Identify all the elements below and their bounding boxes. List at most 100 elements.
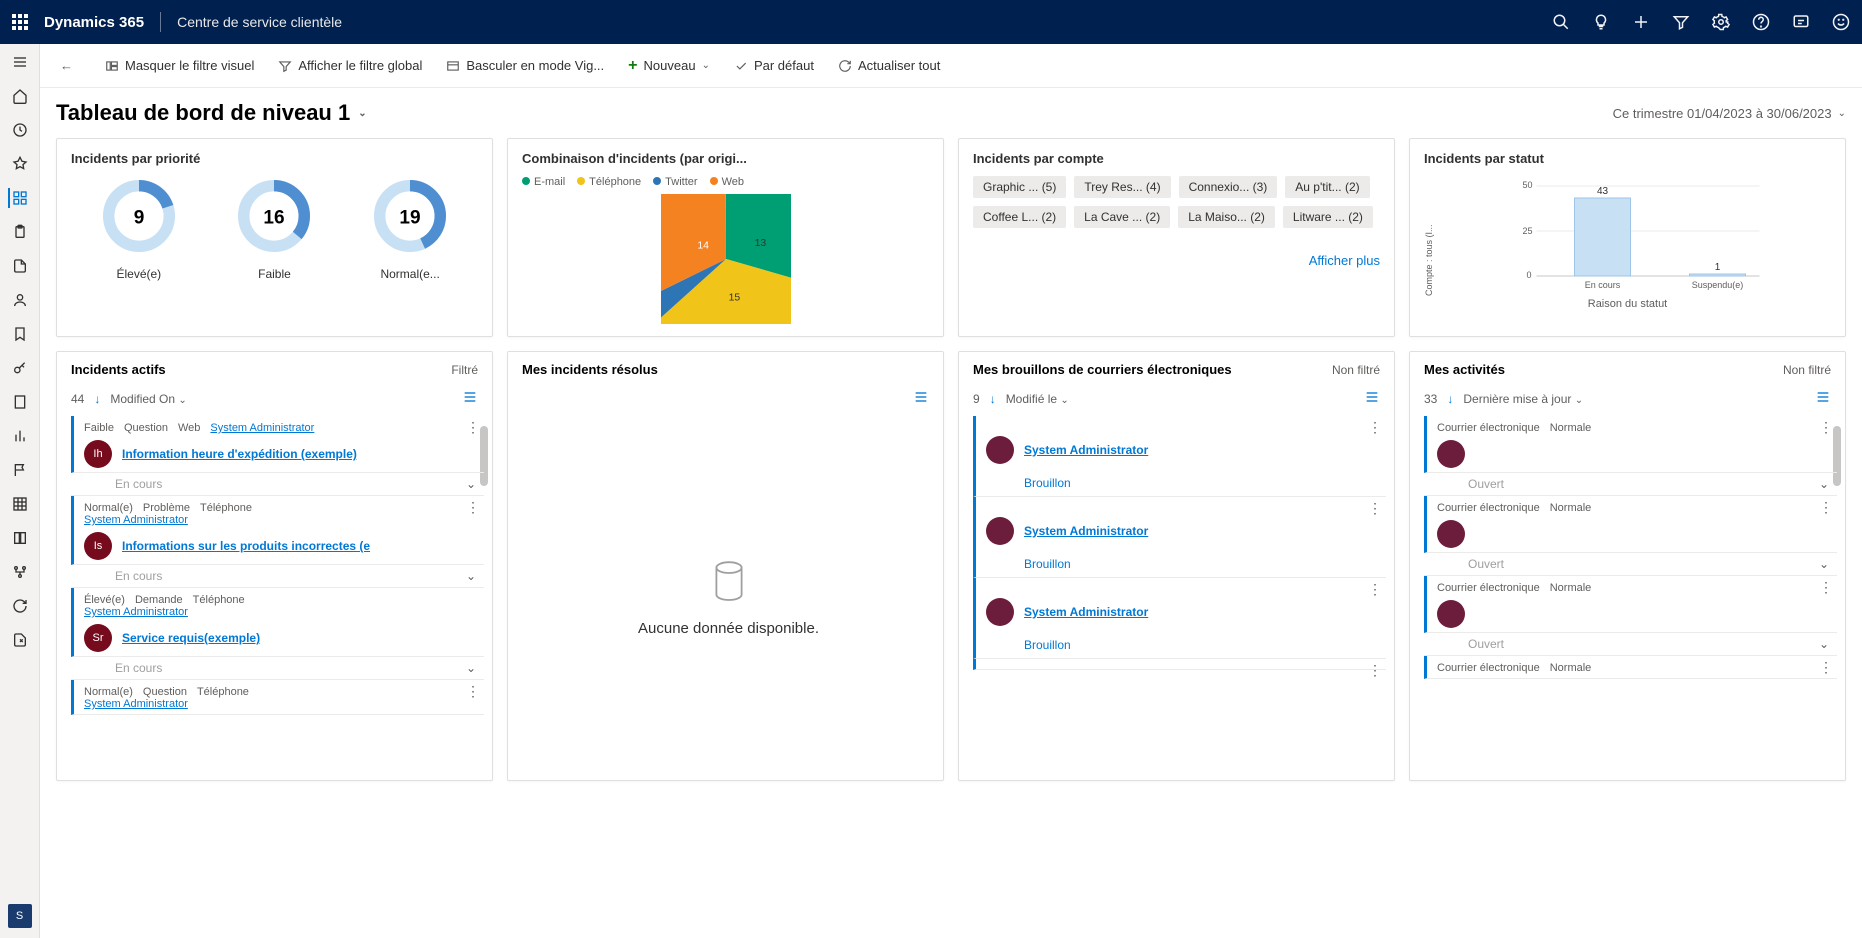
donut-faible[interactable]: 16 Faible <box>234 176 314 281</box>
list-item[interactable]: ⋮ System Administrator Brouillon <box>973 497 1386 578</box>
new-button[interactable]: +Nouveau⌄ <box>620 53 718 79</box>
grid-icon[interactable] <box>10 494 30 514</box>
item-title-link[interactable]: Service requis(exemple) <box>122 631 260 645</box>
clipboard-icon[interactable] <box>10 222 30 242</box>
back-button[interactable]: ← <box>52 54 81 77</box>
status-link[interactable]: Brouillon <box>1024 476 1071 490</box>
dashboard-icon[interactable] <box>8 188 28 208</box>
status-row[interactable]: Ouvert⌄ <box>1424 473 1837 496</box>
list-item[interactable]: ⋮ Courrier électroniqueNormale <box>1424 656 1837 679</box>
recent-icon[interactable] <box>10 120 30 140</box>
more-icon[interactable]: ⋮ <box>1819 580 1833 594</box>
list-item[interactable]: ⋮ System Administrator Brouillon <box>973 578 1386 659</box>
list-item[interactable]: ⋮ <box>973 659 1386 670</box>
plus-icon[interactable] <box>1632 13 1650 31</box>
status-row[interactable]: En cours⌄ <box>71 565 484 588</box>
owner-link[interactable]: System Administrator <box>210 422 314 434</box>
status-link[interactable]: Brouillon <box>1024 557 1071 571</box>
account-tag[interactable]: Trey Res... (4) <box>1074 176 1170 198</box>
flag-icon[interactable] <box>10 460 30 480</box>
export-icon[interactable] <box>10 630 30 650</box>
sort-icon[interactable]: ↓ <box>990 392 996 406</box>
show-more-link[interactable]: Afficher plus <box>1309 253 1380 268</box>
bookmark-icon[interactable] <box>10 324 30 344</box>
owner-link[interactable]: System Administrator <box>84 606 188 618</box>
list-item[interactable]: ⋮ Normal(e)QuestionTéléphone System Admi… <box>71 680 484 715</box>
list-item[interactable]: ⋮ System Administrator Brouillon <box>973 416 1386 497</box>
list-view-icon[interactable] <box>462 389 478 408</box>
key-icon[interactable] <box>10 358 30 378</box>
refresh-icon[interactable] <box>10 596 30 616</box>
list-view-icon[interactable] <box>1364 389 1380 408</box>
owner-link[interactable]: System Administrator <box>84 698 188 710</box>
account-tag[interactable]: Coffee L... (2) <box>973 206 1066 228</box>
filter-icon[interactable] <box>1672 13 1690 31</box>
more-icon[interactable]: ⋮ <box>466 500 480 514</box>
pie-chart[interactable]: 13 15 14 <box>661 194 791 324</box>
status-row[interactable]: En cours⌄ <box>71 473 484 496</box>
account-tag[interactable]: Litware ... (2) <box>1283 206 1373 228</box>
app-launcher-icon[interactable] <box>12 14 28 30</box>
hide-visual-filter-button[interactable]: Masquer le filtre visuel <box>97 54 262 77</box>
more-icon[interactable]: ⋮ <box>1368 582 1382 596</box>
lightbulb-icon[interactable] <box>1592 13 1610 31</box>
chat-icon[interactable] <box>1792 13 1810 31</box>
person-icon[interactable] <box>10 290 30 310</box>
list-item[interactable]: Élevé(e)DemandeTéléphone System Administ… <box>71 588 484 657</box>
bar-chart[interactable]: 50 25 0 43 En cours 1 Suspendu(e) <box>1438 176 1831 296</box>
list-view-icon[interactable] <box>1815 389 1831 408</box>
sort-field[interactable]: Modified On ⌄ <box>110 392 186 406</box>
list-item[interactable]: ⋮ FaibleQuestionWebSystem Administrator … <box>71 416 484 473</box>
document-icon[interactable] <box>10 256 30 276</box>
help-icon[interactable] <box>1752 13 1770 31</box>
owner-link[interactable]: System Administrator <box>1024 443 1148 457</box>
home-icon[interactable] <box>10 86 30 106</box>
user-avatar[interactable]: S <box>8 904 32 928</box>
more-icon[interactable]: ⋮ <box>1819 660 1833 674</box>
status-row[interactable]: En cours⌄ <box>71 657 484 680</box>
more-icon[interactable]: ⋮ <box>1819 420 1833 434</box>
book-icon[interactable] <box>10 528 30 548</box>
page-title-dropdown[interactable]: Tableau de bord de niveau 1⌄ <box>56 100 367 126</box>
account-tag[interactable]: Connexio... (3) <box>1179 176 1278 198</box>
page-icon[interactable] <box>10 392 30 412</box>
more-icon[interactable]: ⋮ <box>466 684 480 698</box>
account-tag[interactable]: La Cave ... (2) <box>1074 206 1170 228</box>
chart-icon[interactable] <box>10 426 30 446</box>
more-icon[interactable]: ⋮ <box>1819 500 1833 514</box>
owner-link[interactable]: System Administrator <box>1024 524 1148 538</box>
sort-field[interactable]: Modifié le ⌄ <box>1006 392 1069 406</box>
sort-field[interactable]: Dernière mise à jour ⌄ <box>1463 392 1583 406</box>
hamburger-icon[interactable] <box>10 52 30 72</box>
toggle-view-button[interactable]: Basculer en mode Vig... <box>438 54 612 77</box>
list-item[interactable]: ⋮ Courrier électroniqueNormale <box>1424 576 1837 633</box>
sort-icon[interactable]: ↓ <box>94 392 100 406</box>
status-row[interactable]: Ouvert⌄ <box>1424 633 1837 656</box>
status-row[interactable]: Ouvert⌄ <box>1424 553 1837 576</box>
more-icon[interactable]: ⋮ <box>1368 501 1382 515</box>
default-button[interactable]: Par défaut <box>726 54 822 77</box>
item-title-link[interactable]: Information heure d'expédition (exemple) <box>122 447 357 461</box>
donut-normal[interactable]: 19 Normal(e... <box>370 176 450 281</box>
more-icon[interactable]: ⋮ <box>466 420 480 434</box>
account-tag[interactable]: Au p'tit... (2) <box>1285 176 1369 198</box>
branch-icon[interactable] <box>10 562 30 582</box>
account-tag[interactable]: Graphic ... (5) <box>973 176 1066 198</box>
list-item[interactable]: ⋮ Courrier électroniqueNormale <box>1424 496 1837 553</box>
sort-icon[interactable]: ↓ <box>1447 392 1453 406</box>
owner-link[interactable]: System Administrator <box>1024 605 1148 619</box>
smile-icon[interactable] <box>1832 13 1850 31</box>
gear-icon[interactable] <box>1712 13 1730 31</box>
status-link[interactable]: Brouillon <box>1024 638 1071 652</box>
date-range-picker[interactable]: Ce trimestre 01/04/2023 à 30/06/2023⌄ <box>1613 106 1846 121</box>
account-tag[interactable]: La Maiso... (2) <box>1178 206 1275 228</box>
refresh-all-button[interactable]: Actualiser tout <box>830 54 948 77</box>
list-view-icon[interactable] <box>913 389 929 408</box>
list-item[interactable]: ⋮ Courrier électroniqueNormale <box>1424 416 1837 473</box>
item-title-link[interactable]: Informations sur les produits incorrecte… <box>122 539 370 553</box>
donut-eleve[interactable]: 9 Élevé(e) <box>99 176 179 281</box>
pin-icon[interactable] <box>10 154 30 174</box>
search-icon[interactable] <box>1552 13 1570 31</box>
more-icon[interactable]: ⋮ <box>1368 420 1382 434</box>
owner-link[interactable]: System Administrator <box>84 514 188 526</box>
